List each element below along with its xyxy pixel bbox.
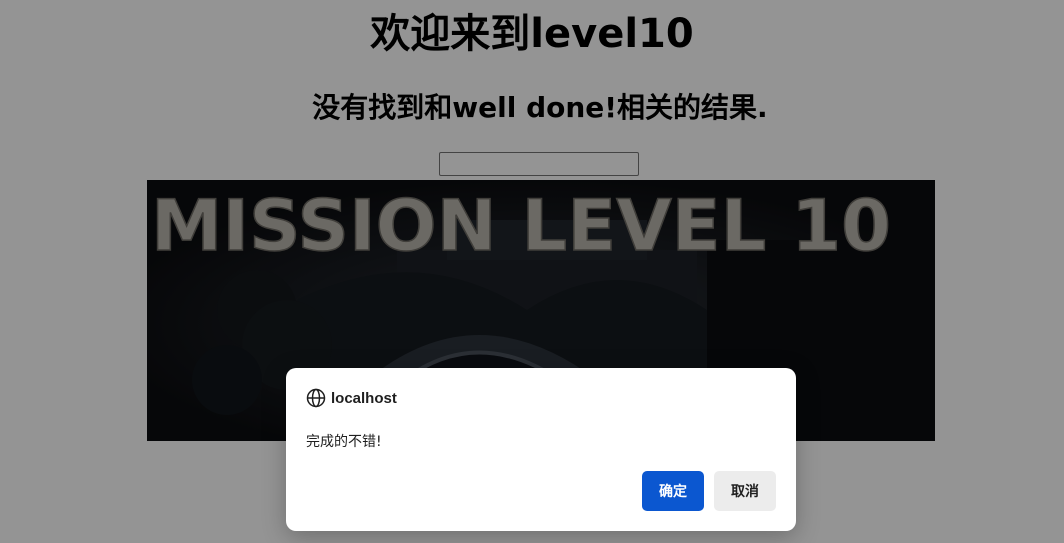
dialog-message: 完成的不错! <box>306 434 382 450</box>
dialog-origin: localhost <box>331 389 397 407</box>
ok-button[interactable]: 确定 <box>642 471 704 511</box>
cancel-button[interactable]: 取消 <box>714 471 776 511</box>
alert-dialog: localhost 完成的不错! 确定 取消 <box>286 368 796 531</box>
dialog-header: localhost <box>306 388 397 408</box>
globe-icon <box>306 388 326 408</box>
page: 欢迎来到level10 没有找到和well done!相关的结果. MISSIO… <box>0 0 1064 543</box>
